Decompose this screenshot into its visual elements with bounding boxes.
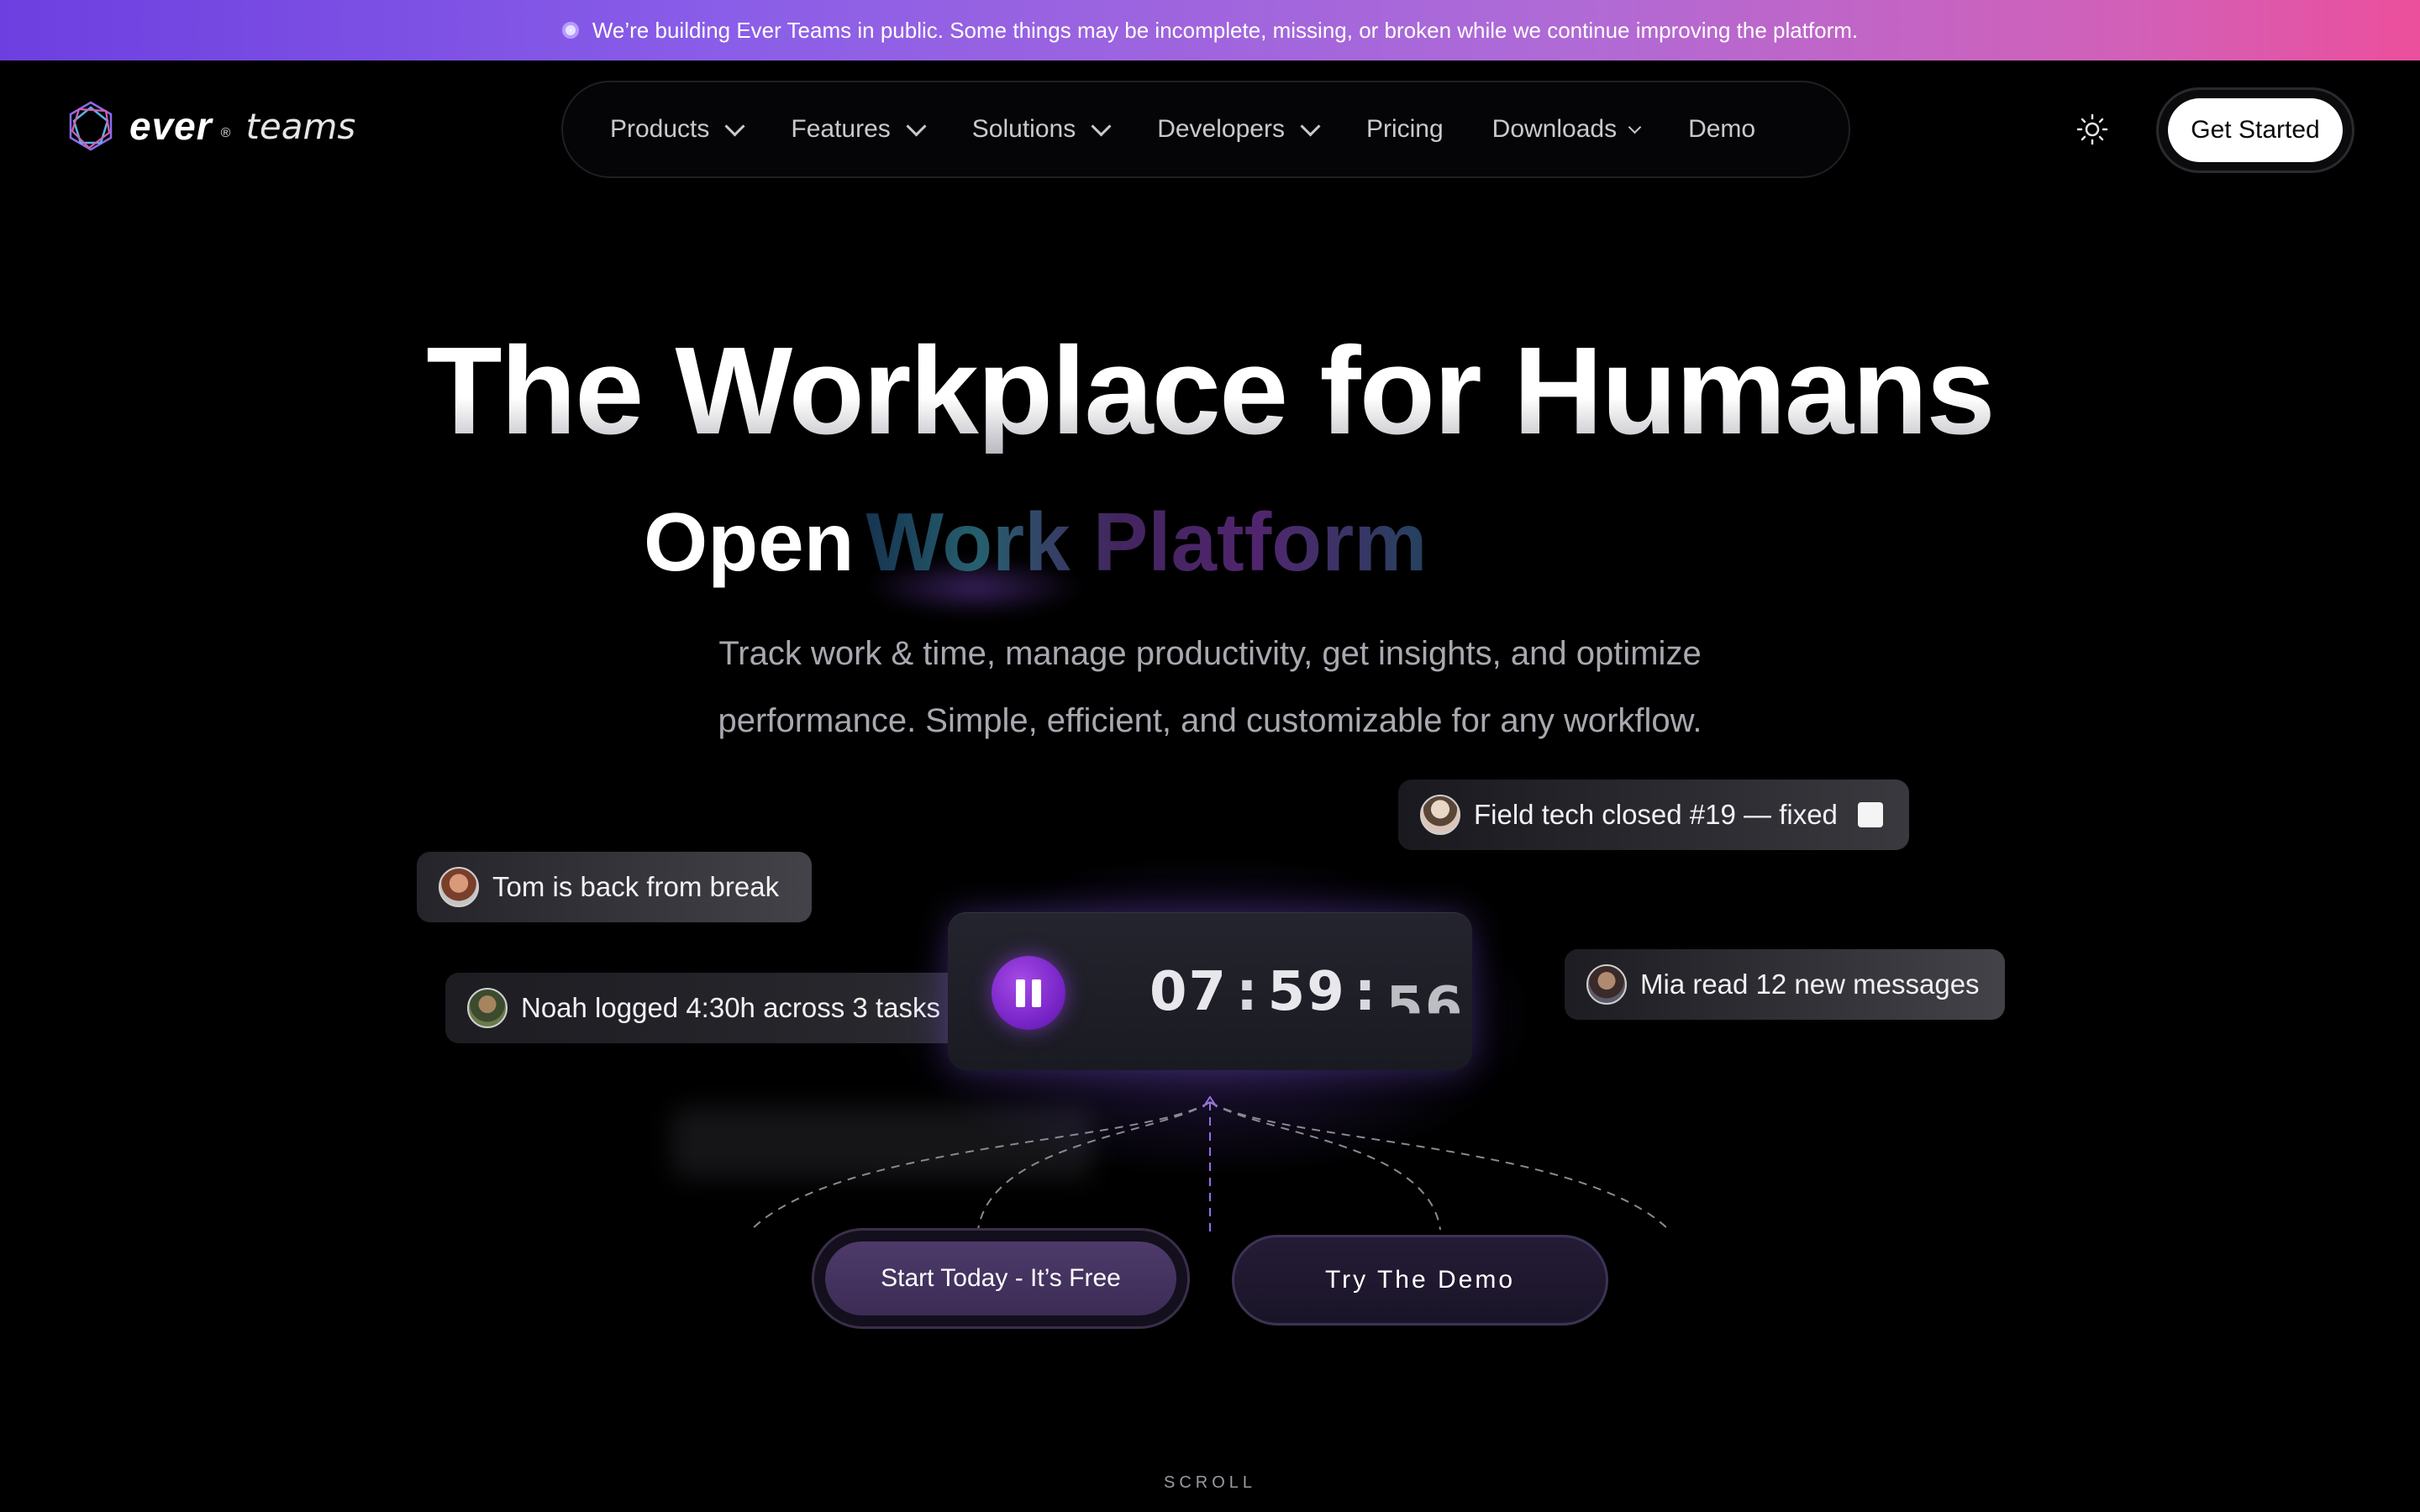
pause-button[interactable] — [992, 956, 1065, 1030]
activity-toast-tom: Tom is back from break — [417, 852, 812, 922]
chevron-down-icon — [724, 115, 745, 137]
timer-display: 07:59:56 — [1150, 961, 1464, 1023]
nav-label: Developers — [1157, 115, 1285, 143]
status-dot-icon — [561, 22, 579, 39]
toast-text: Mia read 12 new messages — [1640, 969, 1980, 1000]
avatar — [1586, 964, 1627, 1005]
subtitle-rotating-text: Work Platform — [865, 496, 1428, 588]
nav-item-downloads[interactable]: Downloads — [1491, 115, 1642, 144]
subtitle-static: Open — [644, 496, 855, 588]
logo-word-ever: ever — [129, 104, 213, 148]
nav-label: Pricing — [1365, 115, 1444, 143]
connector-lines — [750, 1095, 1670, 1231]
logo-mark-icon — [64, 99, 118, 153]
chevron-down-icon — [906, 115, 927, 137]
hero-subtitle: Open Work Platform — [644, 501, 1427, 583]
hero-description: Track work & time, manage productivity, … — [718, 635, 1702, 739]
get-started-button[interactable]: Get Started — [2168, 98, 2343, 162]
timer-widget: 07:59:56 — [948, 912, 1472, 1070]
timer-separator: : — [1354, 961, 1378, 1023]
main-nav: Products Features Solutions Developers P… — [561, 81, 1850, 178]
sun-icon — [2076, 113, 2108, 145]
timer-hours: 07 — [1150, 961, 1228, 1023]
nav-item-pricing[interactable]: Pricing — [1366, 115, 1444, 144]
hero-title: The Workplace for Humans — [0, 329, 2420, 454]
scroll-indicator: SCROLL — [1163, 1473, 1257, 1492]
logo-registered-mark: ® — [220, 126, 231, 140]
nav-item-features[interactable]: Features — [791, 115, 927, 144]
nav-item-solutions[interactable]: Solutions — [971, 115, 1112, 144]
nav-label: Solutions — [971, 115, 1076, 143]
nav-item-products[interactable]: Products — [610, 115, 745, 144]
announcement-text: We’re building Ever Teams in public. Som… — [592, 17, 1859, 43]
nav-label: Downloads — [1491, 115, 1618, 143]
get-started-wrapper: Get Started — [2156, 87, 2354, 173]
nav-label: Features — [791, 115, 891, 143]
chevron-down-icon — [1628, 120, 1642, 134]
activity-toast-field-tech: Field tech closed #19 — fixed — [1398, 780, 1909, 850]
chevron-down-icon — [1300, 115, 1321, 137]
avatar — [439, 867, 479, 907]
chevron-down-icon — [1091, 115, 1112, 137]
toast-text: Field tech closed #19 — fixed — [1474, 799, 1838, 830]
avatar — [1420, 795, 1460, 835]
nav-item-developers[interactable]: Developers — [1157, 115, 1321, 144]
announcement-banner: We’re building Ever Teams in public. Som… — [0, 0, 2420, 60]
timer-minutes: 59 — [1267, 961, 1346, 1023]
avatar — [467, 988, 508, 1028]
timer-separator: : — [1236, 961, 1260, 1023]
theme-toggle-button[interactable] — [2075, 113, 2109, 146]
logo-word-teams: teams — [245, 105, 356, 147]
toast-text: Tom is back from break — [492, 871, 780, 902]
checkbox-icon — [1857, 802, 1883, 827]
timer-seconds: 56 — [1386, 976, 1465, 1038]
start-today-button[interactable]: Start Today - It’s Free — [825, 1242, 1176, 1315]
start-today-wrapper: Start Today - It’s Free — [812, 1228, 1190, 1329]
ever-teams-logo[interactable]: ever ® teams — [64, 99, 355, 153]
nav-label: Demo — [1688, 115, 1756, 143]
activity-toast-mia: Mia read 12 new messages — [1565, 949, 2005, 1020]
nav-label: Products — [610, 115, 710, 143]
try-demo-button[interactable]: Try The Demo — [1232, 1235, 1608, 1326]
nav-item-demo[interactable]: Demo — [1688, 115, 1755, 144]
